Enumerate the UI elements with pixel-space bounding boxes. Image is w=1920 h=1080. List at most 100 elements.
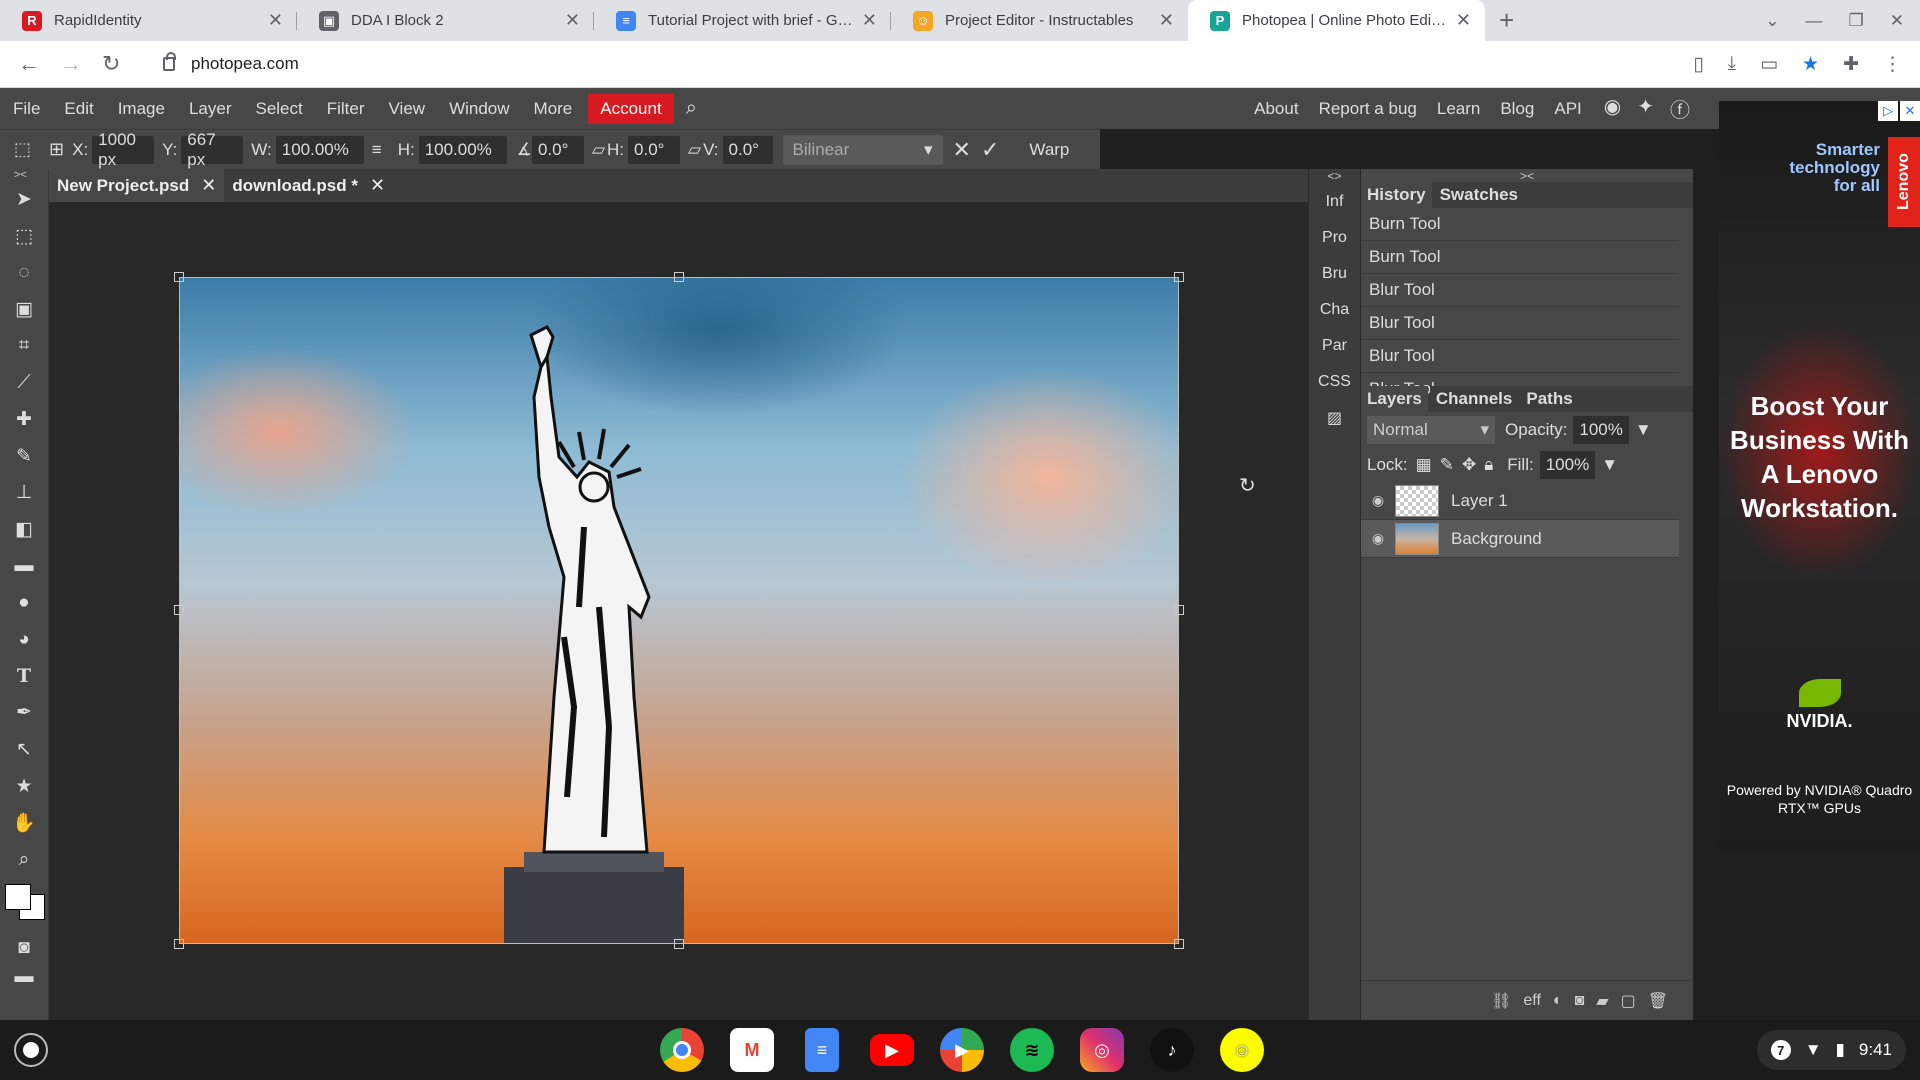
history-item[interactable]: Blur Tool bbox=[1361, 307, 1679, 340]
menu-more[interactable]: More bbox=[522, 94, 585, 124]
fill-input[interactable]: 100% bbox=[1539, 450, 1596, 479]
link-layers-icon[interactable]: ⛓ bbox=[1491, 991, 1511, 1011]
stamp-tool-icon[interactable]: ⊥ bbox=[0, 475, 48, 512]
snapchat-icon[interactable]: ☺ bbox=[1220, 1028, 1264, 1072]
new-group-icon[interactable]: ▰ bbox=[1596, 991, 1608, 1011]
y-input[interactable]: 667 px bbox=[181, 130, 244, 169]
layer-mask-icon[interactable]: ◙ bbox=[1575, 992, 1585, 1010]
transform-tool-icon[interactable]: ⬚ bbox=[14, 139, 31, 160]
tab-channels[interactable]: Channels bbox=[1429, 386, 1519, 412]
browser-tab-rapididentity[interactable]: R RapidIdentity ✕ bbox=[0, 0, 297, 41]
search-icon[interactable]: ⌕ bbox=[674, 94, 709, 124]
quick-select-tool-icon[interactable]: ▣ bbox=[0, 291, 48, 328]
collapse-toggle-icon[interactable]: >< bbox=[0, 169, 48, 181]
w-input[interactable]: 100.00% bbox=[275, 135, 364, 164]
lock-position-icon[interactable]: ✥ bbox=[1462, 455, 1476, 475]
launcher-icon[interactable] bbox=[14, 1033, 48, 1067]
canvas-workspace[interactable]: ↻ bbox=[49, 202, 1308, 1020]
transform-handle-ne[interactable] bbox=[1174, 272, 1184, 282]
link-api[interactable]: API bbox=[1544, 94, 1591, 124]
healing-tool-icon[interactable]: ✚ bbox=[0, 401, 48, 438]
maximize-icon[interactable]: ❐ bbox=[1849, 11, 1864, 31]
close-icon[interactable]: ✕ bbox=[1159, 10, 1174, 31]
menu-image[interactable]: Image bbox=[106, 94, 177, 124]
cancel-transform-icon[interactable]: ✕ bbox=[953, 137, 971, 163]
lock-all-icon[interactable]: 🔒︎ bbox=[1484, 455, 1493, 475]
menu-filter[interactable]: Filter bbox=[315, 94, 377, 124]
visibility-eye-icon[interactable]: ◉ bbox=[1361, 492, 1395, 509]
url-field[interactable]: photopea.com bbox=[163, 52, 1693, 74]
pen-tool-icon[interactable]: ✒ bbox=[0, 695, 48, 732]
layer-effects-button[interactable]: eff bbox=[1523, 992, 1541, 1010]
marquee-tool-icon[interactable]: ⬚ bbox=[0, 218, 48, 255]
gradient-tool-icon[interactable]: ▬ bbox=[0, 548, 48, 585]
play-store-icon[interactable]: ▶ bbox=[940, 1028, 984, 1072]
close-icon[interactable]: ✕ bbox=[268, 10, 283, 31]
link-blog[interactable]: Blog bbox=[1490, 94, 1544, 124]
move-tool-icon[interactable]: ➤ bbox=[0, 181, 48, 218]
color-swatches[interactable] bbox=[0, 882, 48, 930]
type-tool-icon[interactable]: T bbox=[0, 658, 48, 695]
menu-edit[interactable]: Edit bbox=[52, 94, 105, 124]
warp-button[interactable]: Warp bbox=[1029, 140, 1069, 160]
more-menu-icon[interactable]: ⋮ bbox=[1883, 53, 1902, 76]
layer-row[interactable]: ◉ Layer 1 bbox=[1361, 482, 1679, 520]
transform-handle-n[interactable] bbox=[674, 272, 684, 282]
h-input[interactable]: 100.00% bbox=[418, 135, 507, 164]
chrome-icon[interactable] bbox=[660, 1028, 704, 1072]
new-tab-button[interactable]: + bbox=[1499, 0, 1514, 41]
panel-info-button[interactable]: Inf bbox=[1309, 184, 1360, 220]
close-icon[interactable]: ✕ bbox=[370, 175, 385, 196]
panel-properties-button[interactable]: Pro bbox=[1309, 220, 1360, 256]
history-item[interactable]: Burn Tool bbox=[1361, 241, 1679, 274]
reddit-icon[interactable]: ◉ bbox=[1604, 94, 1621, 123]
history-item[interactable]: Blur Tool bbox=[1361, 340, 1679, 373]
foreground-color-swatch[interactable] bbox=[5, 884, 31, 911]
gmail-icon[interactable]: M bbox=[730, 1028, 774, 1072]
link-report-bug[interactable]: Report a bug bbox=[1309, 94, 1427, 124]
history-item[interactable]: Burn Tool bbox=[1361, 208, 1679, 241]
panel-paragraph-button[interactable]: Par bbox=[1309, 328, 1360, 364]
lasso-tool-icon[interactable]: ◌ bbox=[0, 254, 48, 291]
advertisement[interactable]: ▷ ✕ Smarter technology for all Lenovo Bo… bbox=[1719, 101, 1920, 852]
transform-handle-nw[interactable] bbox=[174, 272, 184, 282]
tiktok-icon[interactable]: ♪ bbox=[1150, 1028, 1194, 1072]
close-icon[interactable]: ✕ bbox=[862, 10, 877, 31]
blend-mode-select[interactable]: Normal ▾ bbox=[1367, 415, 1495, 444]
skew-v-input[interactable]: 0.0° bbox=[722, 135, 773, 164]
fill-dropdown-icon[interactable]: ▼ bbox=[1601, 455, 1618, 475]
link-learn[interactable]: Learn bbox=[1427, 94, 1490, 124]
hand-tool-icon[interactable]: ✋ bbox=[0, 805, 48, 842]
blur-tool-icon[interactable]: ● bbox=[0, 585, 48, 622]
bookmark-star-icon[interactable]: ★ bbox=[1802, 53, 1819, 76]
transform-handle-w[interactable] bbox=[174, 605, 184, 615]
browser-tab-dda[interactable]: ▣ DDA I Block 2 ✕ bbox=[297, 0, 594, 41]
ad-choices-icon[interactable]: ▷ bbox=[1878, 101, 1898, 121]
tab-layers[interactable]: Layers bbox=[1361, 386, 1428, 412]
status-tray[interactable]: 7 ▼ ▮ 9:41 bbox=[1756, 1030, 1906, 1070]
link-proportions-icon[interactable]: ≡ bbox=[372, 140, 382, 160]
lock-transparency-icon[interactable]: ▦ bbox=[1416, 455, 1432, 475]
menu-file[interactable]: File bbox=[0, 94, 52, 124]
menu-select[interactable]: Select bbox=[243, 94, 314, 124]
brush-tool-icon[interactable]: ✎ bbox=[0, 438, 48, 475]
transform-bounding-box[interactable] bbox=[179, 277, 1179, 944]
crop-tool-icon[interactable]: ⌗ bbox=[0, 328, 48, 365]
install-icon[interactable]: ⤓ bbox=[1728, 53, 1736, 76]
clipboard-icon[interactable]: ▯ bbox=[1693, 53, 1703, 76]
tab-swatches[interactable]: Swatches bbox=[1433, 182, 1525, 208]
instagram-icon[interactable]: ◎ bbox=[1080, 1028, 1124, 1072]
lock-pixels-icon[interactable]: ✎ bbox=[1440, 455, 1454, 475]
tab-paths[interactable]: Paths bbox=[1520, 386, 1579, 412]
image-panel-icon[interactable]: ▨ bbox=[1309, 400, 1360, 436]
expand-panels-icon[interactable]: <> bbox=[1309, 169, 1360, 184]
transform-handle-e[interactable] bbox=[1174, 605, 1184, 615]
commit-transform-icon[interactable]: ✓ bbox=[981, 137, 999, 163]
lock-icon[interactable] bbox=[163, 52, 176, 71]
link-about[interactable]: About bbox=[1244, 94, 1308, 124]
youtube-icon[interactable]: ▶ bbox=[870, 1034, 914, 1066]
minimize-icon[interactable]: — bbox=[1806, 11, 1823, 31]
adjustment-layer-icon[interactable]: ◐ bbox=[1553, 992, 1563, 1010]
panel-brush-button[interactable]: Bru bbox=[1309, 256, 1360, 292]
panel-character-button[interactable]: Cha bbox=[1309, 292, 1360, 328]
